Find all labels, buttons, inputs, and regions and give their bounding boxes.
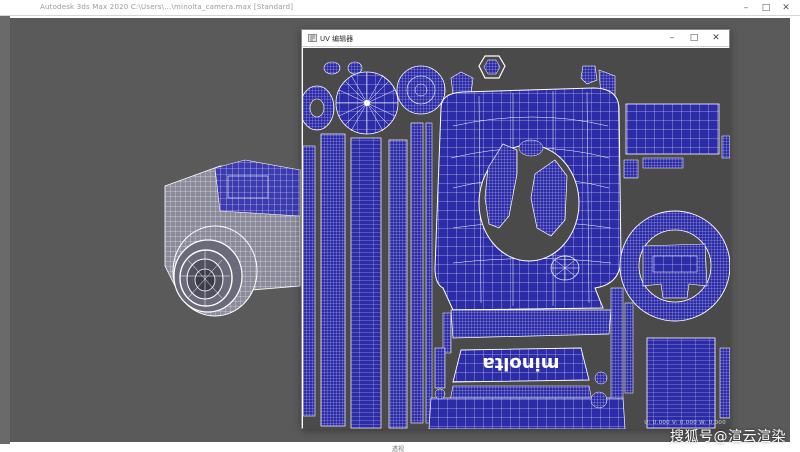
camera-model[interactable] <box>160 156 320 356</box>
uv-shell-strip-2 <box>350 137 382 429</box>
uv-shell-nameplate: minolta <box>452 347 590 383</box>
uv-shell-rect-bottom <box>646 337 716 429</box>
uv-minimize-button[interactable]: – <box>665 32 679 45</box>
uv-brand-text: minolta <box>482 353 559 374</box>
uv-shell-disc-small <box>303 85 335 131</box>
minimize-button[interactable]: – <box>740 2 752 14</box>
viewport-label: 透视 <box>392 446 405 452</box>
uv-shell-ring <box>619 210 730 322</box>
app-titlebar: Autodesk 3ds Max 2020 C:\Users\...\minol… <box>0 0 800 16</box>
uv-shell-body-main <box>434 87 622 311</box>
viewport-border <box>0 16 10 444</box>
uv-editor-window[interactable]: UV 编辑器 – □ ✕ minolta U: 0.000 V: 0.000 W… <box>301 29 730 429</box>
uv-editor-titlebar[interactable]: UV 编辑器 – □ ✕ <box>302 30 729 47</box>
uv-editor-app-icon <box>308 34 317 42</box>
uv-editor-title: UV 编辑器 <box>320 35 354 43</box>
watermark: 搜狐号@渲云渲染 <box>670 429 786 445</box>
uv-close-button[interactable]: ✕ <box>709 32 723 45</box>
app-title: Autodesk 3ds Max 2020 C:\Users\...\minol… <box>40 3 294 11</box>
uv-shell-rect-top <box>625 103 720 155</box>
uv-shell-disc-2 <box>396 65 446 115</box>
maximize-button[interactable]: □ <box>760 2 772 14</box>
uv-shell-disc-1 <box>335 71 399 135</box>
uv-canvas[interactable]: minolta U: 0.000 V: 0.000 W: 0.000 <box>303 48 730 429</box>
close-button[interactable]: ✕ <box>780 2 792 14</box>
uv-layout: minolta <box>303 55 730 429</box>
uv-maximize-button[interactable]: □ <box>687 32 701 45</box>
uv-shell-strip-1 <box>320 133 346 427</box>
